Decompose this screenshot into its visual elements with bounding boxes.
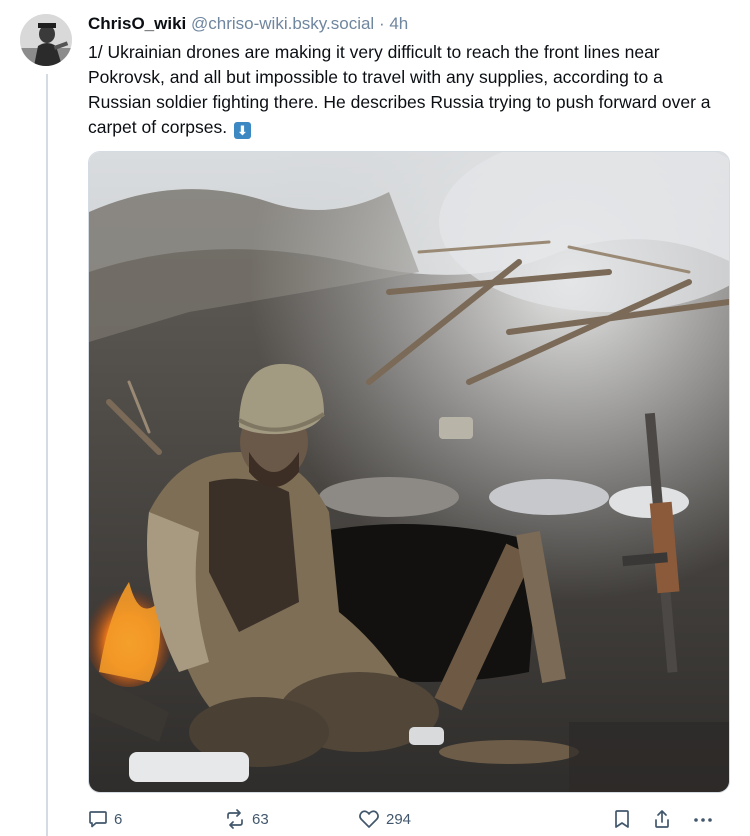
reply-button[interactable]: 6	[88, 806, 122, 832]
post-text: 1/ Ukrainian drones are making it very d…	[88, 40, 728, 140]
post: ChrisO_wiki @chriso-wiki.bsky.social · 4…	[88, 12, 730, 140]
repost-count: 63	[252, 810, 269, 828]
bookmark-button[interactable]	[613, 806, 631, 832]
post-body: 1/ Ukrainian drones are making it very d…	[88, 42, 711, 137]
down-arrow-emoji: ⬇	[233, 122, 251, 139]
avatar[interactable]	[20, 14, 72, 66]
author-handle[interactable]: @chriso-wiki.bsky.social	[191, 14, 374, 33]
reply-count: 6	[114, 810, 123, 828]
header-separator: ·	[378, 14, 385, 33]
soldier-trench-photo	[89, 152, 729, 792]
post-timestamp[interactable]: 4h	[389, 14, 408, 33]
more-icon	[694, 818, 712, 822]
repost-icon	[227, 809, 243, 829]
post-actions: 6 63 294	[88, 806, 730, 832]
reply-icon	[89, 811, 107, 828]
user-avatar-icon	[20, 14, 72, 66]
author-display-name[interactable]: ChrisO_wiki	[88, 14, 186, 33]
share-button[interactable]	[653, 806, 671, 832]
like-button[interactable]: 294	[358, 806, 411, 832]
post-image[interactable]	[88, 151, 730, 793]
thread-line	[46, 74, 48, 836]
like-count: 294	[386, 810, 412, 828]
repost-button[interactable]: 63	[224, 806, 269, 832]
bookmark-icon	[615, 810, 629, 828]
more-button[interactable]	[692, 806, 714, 832]
share-icon	[655, 810, 669, 828]
post-header: ChrisO_wiki @chriso-wiki.bsky.social · 4…	[88, 12, 730, 36]
heart-icon	[359, 810, 379, 828]
